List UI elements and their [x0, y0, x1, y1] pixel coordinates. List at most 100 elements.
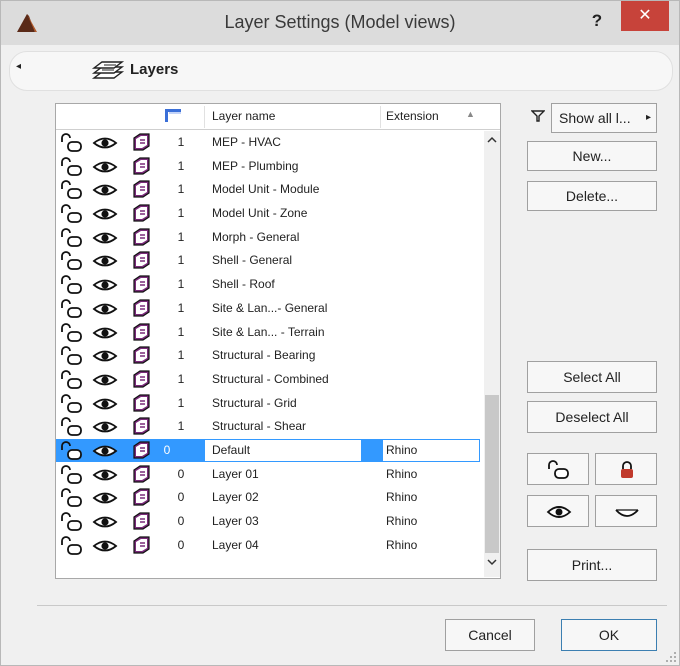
table-row[interactable]: 1 Shell - General: [56, 249, 484, 273]
delete-layer-button[interactable]: Delete...: [527, 181, 657, 211]
layer-number[interactable]: 0: [174, 538, 188, 552]
show-all-dropdown[interactable]: Show all l... ▸: [551, 103, 657, 133]
layer-name[interactable]: Shell - Roof: [212, 277, 275, 291]
layer-number[interactable]: 1: [174, 348, 188, 362]
solid-model-icon[interactable]: [132, 322, 152, 342]
eye-icon[interactable]: [92, 205, 118, 223]
layer-number[interactable]: 1: [174, 182, 188, 196]
table-row[interactable]: 0 Layer 01 Rhino: [56, 463, 484, 487]
table-row[interactable]: 0 Layer 03 Rhino: [56, 510, 484, 534]
layer-name[interactable]: Layer 01: [212, 467, 259, 481]
unlock-icon[interactable]: [59, 298, 85, 319]
layer-number[interactable]: 1: [174, 277, 188, 291]
help-button[interactable]: ?: [583, 7, 611, 35]
eye-icon[interactable]: [92, 442, 118, 460]
solid-model-icon[interactable]: [132, 393, 152, 413]
solid-model-icon[interactable]: [132, 132, 152, 152]
layers-panel-header[interactable]: ◂ Layers: [9, 51, 673, 91]
print-button[interactable]: Print...: [527, 549, 657, 581]
scroll-up-icon[interactable]: [484, 135, 500, 151]
unlock-icon[interactable]: [59, 227, 85, 248]
table-row[interactable]: 1 Structural - Shear: [56, 415, 484, 439]
solid-model-icon[interactable]: [132, 416, 152, 436]
unlock-icon[interactable]: [59, 346, 85, 366]
eye-icon[interactable]: [92, 181, 118, 199]
layer-name[interactable]: Structural - Shear: [212, 419, 306, 433]
layer-name[interactable]: Structural - Grid: [212, 396, 297, 410]
show-layers-button[interactable]: [527, 495, 589, 527]
unlock-icon[interactable]: [59, 322, 85, 343]
layer-name[interactable]: Default: [212, 443, 250, 457]
solid-model-icon[interactable]: [132, 203, 152, 223]
layer-name[interactable]: MEP - Plumbing: [212, 159, 298, 173]
unlock-icon[interactable]: [59, 393, 85, 414]
eye-icon[interactable]: [92, 418, 118, 436]
table-row[interactable]: 1 MEP - HVAC: [56, 131, 484, 155]
unlock-icon[interactable]: [59, 204, 85, 224]
table-row[interactable]: 1 Morph - General: [56, 226, 484, 250]
table-row[interactable]: 1 Site & Lan... - Terrain: [56, 321, 484, 345]
solid-model-icon[interactable]: [132, 440, 152, 460]
table-row[interactable]: 0 Layer 02 Rhino: [56, 486, 484, 510]
eye-icon[interactable]: [92, 134, 118, 152]
unlock-icon[interactable]: [59, 441, 85, 461]
table-row[interactable]: 0 Layer 04 Rhino: [56, 534, 484, 558]
collapse-arrow-icon[interactable]: ◂: [16, 61, 21, 72]
eye-icon[interactable]: [92, 466, 118, 484]
scroll-down-icon[interactable]: [484, 557, 500, 573]
layer-intersection-icon[interactable]: [163, 107, 183, 123]
deselect-all-button[interactable]: Deselect All: [527, 401, 657, 433]
layer-number[interactable]: 1: [174, 206, 188, 220]
cancel-button[interactable]: Cancel: [445, 619, 535, 651]
new-layer-button[interactable]: New...: [527, 141, 657, 171]
table-row[interactable]: 1 Model Unit - Zone: [56, 202, 484, 226]
solid-model-icon[interactable]: [132, 345, 152, 365]
unlock-icon[interactable]: [59, 512, 85, 532]
layer-number[interactable]: 1: [174, 135, 188, 149]
layer-number[interactable]: 1: [174, 159, 188, 173]
eye-icon[interactable]: [92, 371, 118, 389]
eye-icon[interactable]: [92, 300, 118, 318]
layer-name[interactable]: Morph - General: [212, 230, 299, 244]
table-row[interactable]: 1 Structural - Bearing: [56, 344, 484, 368]
layer-number[interactable]: 0: [174, 490, 188, 504]
select-all-button[interactable]: Select All: [527, 361, 657, 393]
close-button[interactable]: ✕: [621, 1, 669, 31]
column-header-extension[interactable]: Extension: [386, 109, 439, 123]
column-header-layer-name[interactable]: Layer name: [212, 109, 275, 123]
eye-icon[interactable]: [92, 395, 118, 413]
eye-icon[interactable]: [92, 489, 118, 507]
resize-grip-icon[interactable]: [665, 651, 677, 663]
table-row[interactable]: 0 Default Rhino: [56, 438, 484, 463]
solid-model-icon[interactable]: [132, 369, 152, 389]
table-row[interactable]: 1 Model Unit - Module: [56, 178, 484, 202]
eye-icon[interactable]: [92, 276, 118, 294]
layer-name[interactable]: Structural - Combined: [212, 372, 329, 386]
solid-model-icon[interactable]: [132, 250, 152, 270]
solid-model-icon[interactable]: [132, 511, 152, 531]
solid-model-icon[interactable]: [132, 274, 152, 294]
layer-number[interactable]: 1: [174, 419, 188, 433]
unlock-icon[interactable]: [59, 535, 85, 556]
layer-name[interactable]: Site & Lan...- General: [212, 301, 327, 315]
layer-number[interactable]: 1: [174, 325, 188, 339]
table-row[interactable]: 1 Shell - Roof: [56, 273, 484, 297]
layer-name[interactable]: Layer 02: [212, 490, 259, 504]
ok-button[interactable]: OK: [561, 619, 657, 651]
layer-name[interactable]: Layer 04: [212, 538, 259, 552]
table-row[interactable]: 1 MEP - Plumbing: [56, 155, 484, 179]
layer-name[interactable]: Model Unit - Zone: [212, 206, 307, 220]
eye-icon[interactable]: [92, 324, 118, 342]
layer-name[interactable]: Model Unit - Module: [212, 182, 319, 196]
layer-name[interactable]: Layer 03: [212, 514, 259, 528]
eye-icon[interactable]: [92, 347, 118, 365]
unlock-icon[interactable]: [59, 180, 85, 200]
solid-model-icon[interactable]: [132, 298, 152, 318]
layer-number[interactable]: 1: [174, 301, 188, 315]
solid-model-icon[interactable]: [132, 179, 152, 199]
layer-number[interactable]: 0: [174, 467, 188, 481]
layer-name[interactable]: Structural - Bearing: [212, 348, 315, 362]
lock-button[interactable]: [595, 453, 657, 485]
solid-model-icon[interactable]: [132, 464, 152, 484]
eye-icon[interactable]: [92, 537, 118, 555]
